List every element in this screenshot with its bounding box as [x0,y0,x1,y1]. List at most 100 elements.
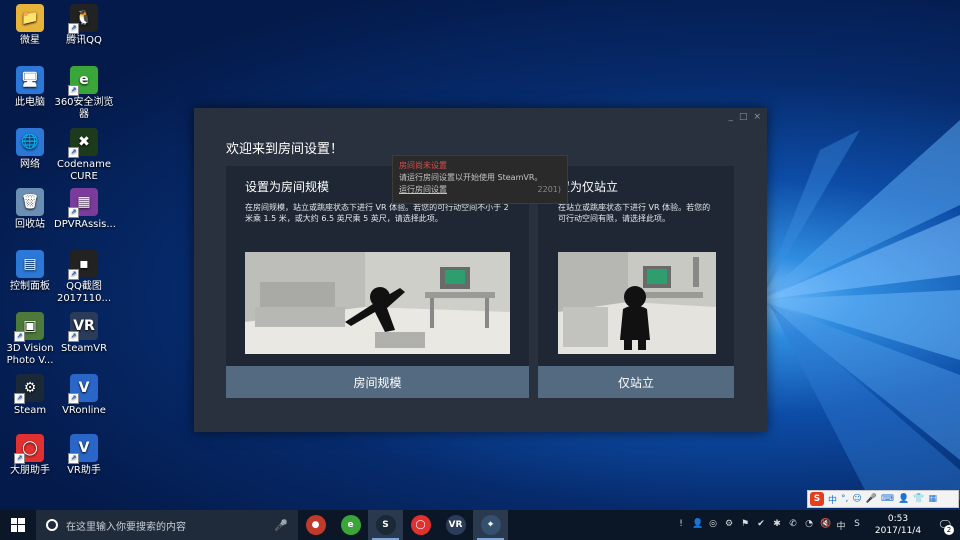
close-button[interactable]: × [753,112,761,122]
desktop-icon[interactable]: 🗑 回收站 [0,188,60,231]
shortcut-arrow-icon: ↗ [68,453,79,464]
app-icon: ⚙ ↗ [14,374,44,404]
tray-icon[interactable]: ⚑ [740,519,750,532]
app-glyph: ⚙ [23,380,37,396]
cortana-icon[interactable] [46,519,58,531]
desktop-icon-label: DPVRAssis... [54,219,116,230]
tray-icon[interactable]: 中 [836,519,846,532]
action-center-button[interactable]: 🗨 2 [934,510,956,540]
desktop-icon[interactable]: V ↗ VR助手 [54,434,114,477]
desktop-icon[interactable]: 🌐 网络 [0,128,60,171]
room-scale-heading: 设置为房间规模 [245,180,330,194]
taskbar-app-game[interactable]: ● [298,510,333,540]
shortcut-arrow-icon: ↗ [68,269,79,280]
app-icon: 🌐 [16,128,44,156]
run-room-setup-link[interactable]: 运行房间设置 [399,185,447,194]
tray-icon[interactable]: ◎ [708,519,718,532]
app-icon: VR ↗ [68,312,98,342]
desktop-icon[interactable]: ▦ ↗ DPVRAssis... [54,188,116,231]
app-glyph: V [78,380,90,396]
desktop-icon[interactable]: e ↗ 360安全浏览器 [54,66,114,121]
app-icon: 🖥 [16,66,44,94]
taskbar-app-dapeng[interactable]: ◯ [403,510,438,540]
shortcut-arrow-icon: ↗ [14,453,25,464]
taskbar-app-roomsetup[interactable]: ⌖ [473,510,508,540]
desktop-icon[interactable]: 🐧 ↗ 腾讯QQ [54,4,114,47]
taskbar-app-icon: S [375,515,396,535]
minimize-button[interactable]: _ [728,112,733,122]
desktop-icon[interactable]: ✖ ↗ Codename CURE [54,128,114,183]
desktop-icon[interactable]: ▪ ↗ QQ截图 2017110... [54,250,114,305]
shortcut-arrow-icon: ↗ [68,23,79,34]
taskbar-app-360-browser[interactable]: e [333,510,368,540]
clock-time: 0:53 [887,514,909,524]
system-tray: ! 👤 ◎ ⚙ ⚑ ✔ ✱ ✆ ◔ 🔇 中 S 0:53 2017/11/4 🗨 2 [676,510,960,540]
room-scale-button[interactable]: 房间规模 [226,366,529,398]
app-icon: ▦ ↗ [68,188,98,218]
desktop-icon[interactable]: V ↗ VRonline [54,374,114,417]
shortcut-arrow-icon: ↗ [68,331,79,342]
app-glyph: ▤ [23,256,37,272]
tray-icon[interactable]: 🔇 [820,519,831,532]
ime-toolbar: S 中 °, ☺ 🎤 ⌨ 👤 👕 ▦ [807,490,959,508]
app-glyph: e [79,72,89,88]
desktop-icon-label: 大朋助手 [10,465,50,476]
desktop-icon-label: 回收站 [15,219,45,230]
desktop-icon[interactable]: ▣ ↗ 3D Vision Photo V... [0,312,60,367]
tray-icon[interactable]: ⚙ [724,519,734,532]
app-icon: e ↗ [68,66,98,96]
desktop-icon-label: Steam [13,405,47,416]
tray-icons: ! 👤 ◎ ⚙ ⚑ ✔ ✱ ✆ ◔ 🔇 中 S [676,519,862,532]
tray-icon[interactable]: ! [676,519,686,532]
taskbar-apps: ● e S ◯ VR ⌖ [298,510,508,540]
app-icon: V ↗ [68,434,98,464]
maximize-button[interactable]: □ [739,112,748,122]
microphone-icon[interactable]: 🎤 [274,519,288,532]
shortcut-arrow-icon: ↗ [14,331,25,342]
desktop-icon-label: 网络 [20,159,40,170]
taskbar-app-steam[interactable]: S [368,510,403,540]
desktop-icon-label: 微星 [20,35,40,46]
tray-icon[interactable]: ✱ [772,519,782,532]
taskbar-search-box[interactable]: 在这里输入你要搜索的内容 🎤 [36,510,298,540]
taskbar-app-icon: ◯ [410,515,431,535]
ime-item[interactable]: ⌨ [881,494,894,504]
desktop-icon[interactable]: ▤ 控制面板 [0,250,60,293]
tray-icon[interactable]: ✔ [756,519,766,532]
ime-item[interactable]: ☺ [852,494,861,504]
tooltip-heading: 房间尚未设置 [399,161,447,170]
tray-icon[interactable]: S [852,519,862,532]
desktop-icon-label: 3D Vision Photo V... [6,343,54,366]
ime-item[interactable]: 👤 [898,494,909,504]
app-glyph: 📁 [21,10,39,26]
desktop-icon[interactable]: 📁 微星 [0,4,60,47]
ime-item[interactable]: 🎤 [866,494,877,504]
desktop-icon[interactable]: VR ↗ SteamVR [54,312,114,355]
start-button[interactable] [0,510,36,540]
ime-item[interactable]: °, [841,494,848,504]
ime-item[interactable]: 中 [828,493,837,506]
desktop-icon[interactable]: ◯ ↗ 大朋助手 [0,434,60,477]
taskbar-app-steamvr[interactable]: VR [438,510,473,540]
desktop-icon-label: 此电脑 [15,97,45,108]
desktop-icon-label: Codename CURE [57,159,111,182]
tray-icon[interactable]: 👤 [692,519,703,532]
app-icon: ▪ ↗ [68,250,98,280]
app-icon: ✖ ↗ [68,128,98,158]
app-glyph: ▪ [79,256,89,272]
standing-only-button[interactable]: 仅站立 [538,366,734,398]
sogou-logo-icon[interactable]: S [810,492,824,506]
tray-icon[interactable]: ✆ [788,519,798,532]
clock-date: 2017/11/4 [874,526,922,536]
app-glyph: 🖥 [21,72,39,88]
desktop-icon[interactable]: ⚙ ↗ Steam [0,374,60,417]
ime-item[interactable]: 👕 [913,494,924,504]
ime-item[interactable]: ▦ [928,494,937,504]
clock[interactable]: 0:53 2017/11/4 [867,513,929,537]
desktop-icon[interactable]: 🖥 此电脑 [0,66,60,109]
app-glyph: 🗑 [21,194,39,210]
app-glyph: ▣ [23,318,37,334]
app-icon: V ↗ [68,374,98,404]
desktop-icon-label: 360安全浏览器 [54,97,114,120]
tray-icon[interactable]: ◔ [804,519,814,532]
